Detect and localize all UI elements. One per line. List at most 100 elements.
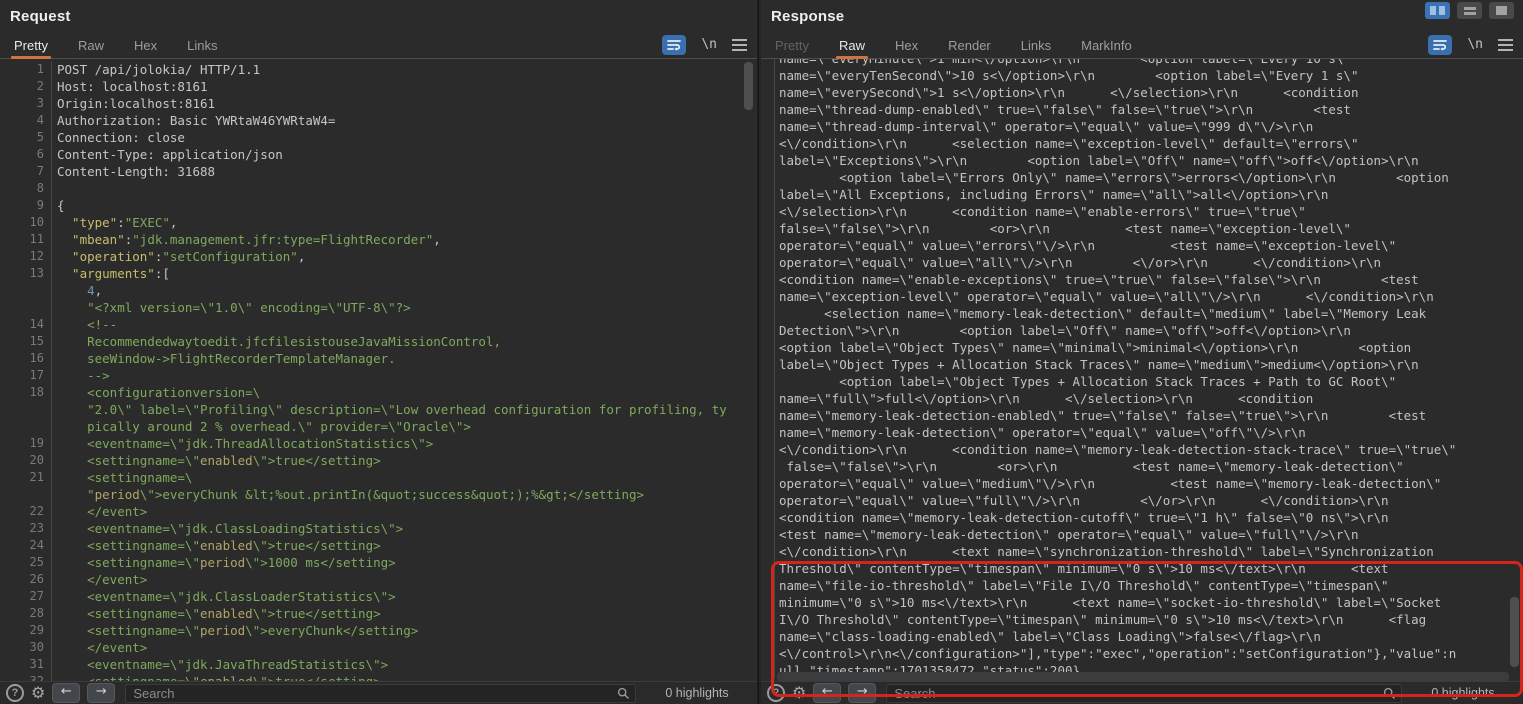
code-row: 5Connection: close — [0, 129, 757, 146]
tab-raw[interactable]: Raw — [78, 38, 104, 58]
search-input[interactable] — [131, 685, 617, 702]
code-text: "operation":"setConfiguration", — [57, 248, 305, 265]
code-text: label=\"All Exceptions, including Errors… — [779, 186, 1328, 203]
code-row: Detection\">\r\n <option label=\"Off\" n… — [761, 322, 1523, 339]
tab-markinfo[interactable]: MarkInfo — [1081, 38, 1132, 58]
code-row: 27 <eventname=\"jdk.ClassLoaderStatistic… — [0, 588, 757, 605]
code-text: <option label=\"Object Types\" name=\"mi… — [779, 339, 1411, 356]
line-number — [761, 492, 775, 509]
response-horizontal-scrollbar[interactable] — [777, 672, 1509, 681]
response-editor-tools: \n — [1428, 35, 1513, 55]
tab-hex[interactable]: Hex — [895, 38, 918, 58]
search-next-button[interactable]: → — [87, 683, 115, 703]
line-number: 29 — [0, 622, 52, 639]
request-editor[interactable]: 1POST /api/jolokia/ HTTP/1.12Host: local… — [0, 59, 757, 681]
search-previous-button[interactable]: ← — [52, 683, 80, 703]
code-text: name=\"file-io-threshold\" label=\"File … — [779, 577, 1389, 594]
request-vertical-scrollbar[interactable] — [744, 62, 753, 110]
response-vertical-scrollbar[interactable] — [1510, 597, 1519, 667]
response-editor[interactable]: name=\"everyMinute\">1 min<\/option>\r\n… — [761, 59, 1523, 681]
line-number — [761, 526, 775, 543]
editor-menu-icon[interactable] — [732, 37, 747, 53]
line-number — [0, 418, 52, 435]
split-columns-layout-button[interactable] — [1425, 2, 1450, 19]
code-row: 32 <settingname=\"enabled\">true</settin… — [0, 673, 757, 681]
code-text: <condition name=\"enable-exceptions\" tr… — [779, 271, 1419, 288]
code-row: name=\"full\">full<\/option>\r\n <\/sele… — [761, 390, 1523, 407]
code-row: 14 <!-- — [0, 316, 757, 333]
code-row: 20 <settingname=\"enabled\">true</settin… — [0, 452, 757, 469]
split-rows-layout-button[interactable] — [1457, 2, 1482, 19]
code-text: name=\"thread-dump-interval\" operator=\… — [779, 118, 1313, 135]
code-text: "arguments":[ — [57, 265, 170, 282]
line-number: 17 — [0, 367, 52, 384]
code-row: name=\"everyTenSecond\">10 s<\/option>\r… — [761, 67, 1523, 84]
search-input[interactable] — [892, 685, 1383, 702]
tab-pretty[interactable]: Pretty — [14, 38, 48, 58]
line-number: 20 — [0, 452, 52, 469]
word-wrap-toggle-icon[interactable] — [662, 35, 686, 55]
tab-links[interactable]: Links — [1021, 38, 1051, 58]
search-next-button[interactable]: → — [848, 683, 876, 703]
code-row: <option label=\"Errors Only\" name=\"err… — [761, 169, 1523, 186]
tab-links[interactable]: Links — [187, 38, 217, 58]
code-text: <configurationversion=\ — [57, 384, 260, 401]
single-pane-layout-button[interactable] — [1489, 2, 1514, 19]
code-row: name=\"thread-dump-interval\" operator=\… — [761, 118, 1523, 135]
code-row: 18 <configurationversion=\ — [0, 384, 757, 401]
code-text: name=\"memory-leak-detection\" operator=… — [779, 424, 1306, 441]
line-number: 27 — [0, 588, 52, 605]
code-text: <eventname=\"jdk.JavaThreadStatistics\"> — [57, 656, 388, 673]
code-row: 10 "type":"EXEC", — [0, 214, 757, 231]
code-row: false=\"false\">\r\n <or>\r\n <test name… — [761, 458, 1523, 475]
code-text: name=\"full\">full<\/option>\r\n <\/sele… — [779, 390, 1313, 407]
line-number — [761, 577, 775, 594]
tab-render[interactable]: Render — [948, 38, 991, 58]
search-field[interactable] — [125, 684, 636, 703]
code-text: name=\"everyTenSecond\">10 s<\/option>\r… — [779, 67, 1358, 84]
line-number — [761, 186, 775, 203]
line-number — [761, 475, 775, 492]
help-icon[interactable]: ? — [6, 684, 24, 702]
newline-display-toggle[interactable]: \n — [1467, 35, 1483, 55]
code-row: 8 — [0, 180, 757, 197]
search-previous-button[interactable]: ← — [813, 683, 841, 703]
line-number: 2 — [0, 78, 52, 95]
code-row: "2.0\" label=\"Profiling\" description=\… — [0, 401, 757, 418]
code-text: <settingname=\"period\">1000 ms</setting… — [57, 554, 396, 571]
line-number: 19 — [0, 435, 52, 452]
code-row: 15 Recommendedwaytoedit.jfcfilesistouseJ… — [0, 333, 757, 350]
code-row: 19 <eventname=\"jdk.ThreadAllocationStat… — [0, 435, 757, 452]
tab-hex[interactable]: Hex — [134, 38, 157, 58]
line-number — [761, 203, 775, 220]
line-number — [761, 271, 775, 288]
line-number — [761, 339, 775, 356]
code-text: Content-Type: application/json — [57, 146, 283, 163]
tab-pretty: Pretty — [775, 38, 809, 58]
word-wrap-toggle-icon[interactable] — [1428, 35, 1452, 55]
line-number: 10 — [0, 214, 52, 231]
line-number — [761, 543, 775, 560]
settings-gear-icon[interactable]: ⚙ — [792, 684, 806, 702]
code-row: <option label=\"Object Types\" name=\"mi… — [761, 339, 1523, 356]
line-number — [761, 509, 775, 526]
line-number — [0, 486, 52, 503]
tab-raw[interactable]: Raw — [839, 38, 865, 58]
line-number — [761, 645, 775, 662]
line-number: 5 — [0, 129, 52, 146]
help-icon[interactable]: ? — [767, 684, 785, 702]
code-row: operator=\"equal\" value=\"errors\"\/>\r… — [761, 237, 1523, 254]
code-text: <test name=\"memory-leak-detection\" ope… — [779, 526, 1358, 543]
code-text: <eventname=\"jdk.ClassLoaderStatistics\"… — [57, 588, 396, 605]
search-field[interactable] — [886, 684, 1402, 703]
code-row: name=\"class-loading-enabled\" label=\"C… — [761, 628, 1523, 645]
line-number — [761, 237, 775, 254]
settings-gear-icon[interactable]: ⚙ — [31, 684, 45, 702]
code-text: <!-- — [57, 316, 117, 333]
code-row: operator=\"equal\" value=\"all\"\/>\r\n … — [761, 254, 1523, 271]
newline-display-toggle[interactable]: \n — [701, 35, 717, 55]
code-text: <\/condition>\r\n <text name=\"synchroni… — [779, 543, 1434, 560]
code-text: Host: localhost:8161 — [57, 78, 208, 95]
square-pane-icon — [1496, 6, 1507, 15]
editor-menu-icon[interactable] — [1498, 37, 1513, 53]
